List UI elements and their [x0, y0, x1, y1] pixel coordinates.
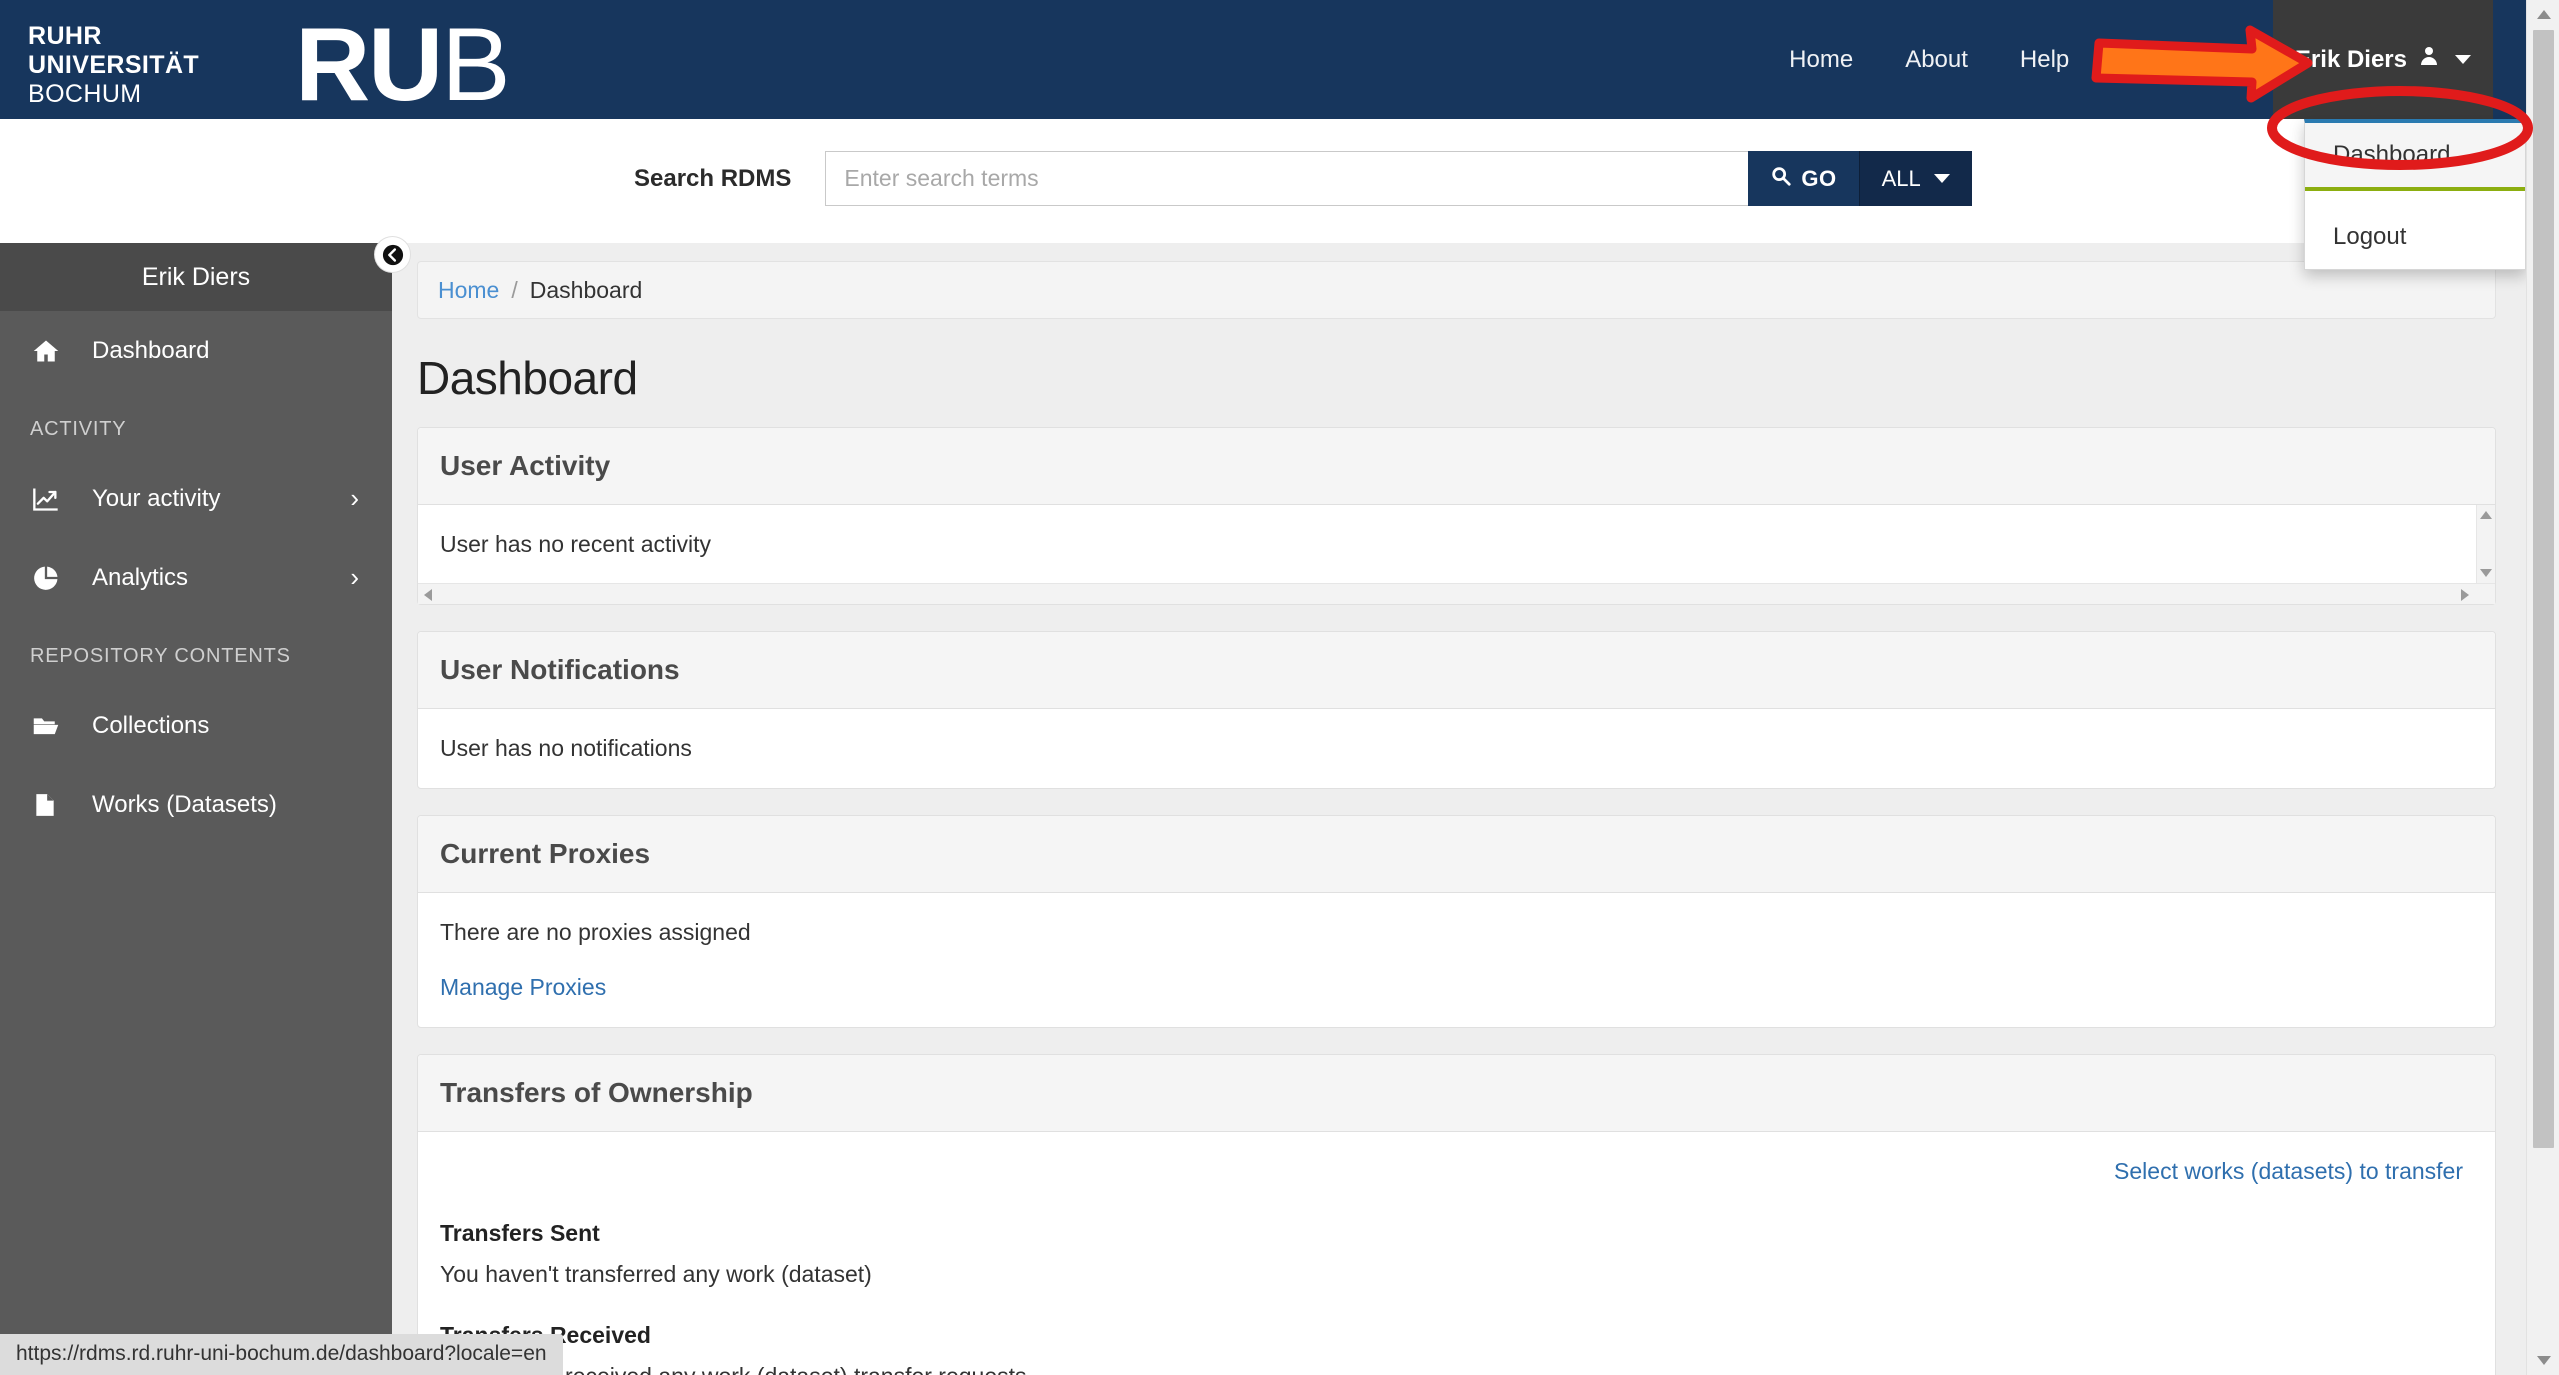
- nav-link-about[interactable]: About: [1879, 46, 1994, 74]
- user-activity-vertical-scrollbar[interactable]: [2476, 505, 2495, 583]
- main-content: Home / Dashboard Dashboard User Activity…: [392, 243, 2526, 1375]
- panel-user-activity: User Activity User has no recent activit…: [417, 427, 2496, 605]
- dropdown-item-logout[interactable]: Logout: [2305, 205, 2525, 269]
- sidebar-item-label: Analytics: [92, 563, 189, 591]
- nav-link-contact[interactable]: Contact: [2095, 46, 2230, 74]
- sidebar-item-collections[interactable]: Collections: [0, 686, 392, 765]
- breadcrumb: Home / Dashboard: [417, 261, 2496, 319]
- transfers-sent-heading: Transfers Sent: [440, 1220, 600, 1246]
- panel-title: Current Proxies: [418, 816, 2495, 893]
- dropdown-gap: [2305, 191, 2525, 205]
- panel-body-text: There are no proxies assigned: [440, 919, 751, 945]
- rub-logo[interactable]: RUHR UNIVERSITÄT BOCHUM RUB: [28, 13, 511, 117]
- scrollbar-thumb[interactable]: [2533, 30, 2554, 1148]
- rub-monogram-bold: RU: [295, 7, 443, 123]
- sidebar-user-name: Erik Diers: [0, 243, 392, 311]
- panel-body: There are no proxies assigned Manage Pro…: [418, 893, 2495, 1027]
- user-menu-button[interactable]: Erik Diers: [2272, 0, 2493, 119]
- home-icon: [32, 337, 74, 365]
- rub-wordmark: RUHR UNIVERSITÄT BOCHUM: [28, 22, 199, 109]
- search-go-label: GO: [1801, 165, 1837, 191]
- transfers-received-text: You haven't received any work (dataset) …: [440, 1363, 2473, 1375]
- transfers-received-heading: Transfers Received: [440, 1322, 651, 1348]
- user-activity-scroll-frame: User has no recent activity: [418, 505, 2495, 583]
- chart-line-icon: [32, 485, 74, 513]
- brand-line-2: UNIVERSITÄT: [28, 51, 200, 80]
- browser-vertical-scrollbar[interactable]: [2526, 0, 2559, 1375]
- chevron-right-icon: ›: [350, 483, 359, 513]
- panel-title: Transfers of Ownership: [418, 1055, 2495, 1132]
- user-menu-label: Erik Diers: [2294, 45, 2407, 73]
- sidebar-collapse-toggle[interactable]: [375, 237, 410, 272]
- search-bar-region: Search RDMS GO ALL: [0, 119, 2526, 243]
- nav-link-home[interactable]: Home: [1763, 46, 1879, 74]
- scroll-right-arrow-icon[interactable]: [2461, 589, 2469, 601]
- nav-link-help[interactable]: Help: [1994, 46, 2095, 74]
- sidebar-heading-activity: ACTIVITY: [30, 418, 127, 440]
- brand-line-3: BOCHUM: [28, 80, 142, 109]
- scroll-down-arrow-icon[interactable]: [2480, 569, 2492, 577]
- panel-body-text: User has no recent activity: [440, 531, 712, 557]
- panel-body-text: User has no notifications: [440, 735, 692, 761]
- select-works-to-transfer-link[interactable]: Select works (datasets) to transfer: [2114, 1158, 2463, 1185]
- breadcrumb-separator: /: [511, 276, 518, 303]
- panel-title: User Notifications: [418, 632, 2495, 709]
- search-label: Search RDMS: [634, 164, 792, 192]
- breadcrumb-current: Dashboard: [529, 276, 643, 303]
- panel-title: User Activity: [418, 428, 2495, 505]
- dropdown-item-dashboard[interactable]: Dashboard: [2305, 123, 2525, 187]
- rub-monogram-thin: B: [441, 7, 510, 123]
- scroll-down-arrow-icon[interactable]: [2537, 1356, 2551, 1365]
- status-bar-url: https://rdms.rd.ruhr-uni-bochum.de/dashb…: [0, 1334, 563, 1375]
- scroll-up-arrow-icon[interactable]: [2537, 10, 2551, 19]
- browser-viewport: RUHR UNIVERSITÄT BOCHUM RUB Home About H…: [0, 0, 2559, 1375]
- manage-proxies-link[interactable]: Manage Proxies: [440, 974, 606, 1000]
- search-go-button[interactable]: GO: [1748, 151, 1859, 206]
- transfers-sent-text: You haven't transferred any work (datase…: [440, 1261, 872, 1287]
- scroll-up-arrow-icon[interactable]: [2480, 511, 2492, 519]
- chevron-down-icon: [1933, 174, 1950, 183]
- sidebar-item-label: Your activity: [92, 484, 221, 512]
- primary-nav: Home About Help Contact: [1763, 0, 2300, 119]
- chevron-down-icon: [2455, 55, 2471, 64]
- chevron-right-icon: ›: [350, 562, 359, 592]
- sidebar-item-analytics[interactable]: Analytics ›: [0, 538, 392, 617]
- transfer-link-row: Select works (datasets) to transfer: [440, 1158, 2473, 1202]
- panel-current-proxies: Current Proxies There are no proxies ass…: [417, 815, 2496, 1028]
- sidebar-item-works-datasets[interactable]: Works (Datasets): [0, 765, 392, 844]
- user-icon: [2417, 43, 2441, 76]
- breadcrumb-home-link[interactable]: Home: [438, 277, 499, 304]
- sidebar-item-label: Collections: [92, 711, 210, 739]
- scroll-left-arrow-icon[interactable]: [424, 589, 432, 601]
- sidebar-item-dashboard[interactable]: Dashboard: [0, 311, 392, 390]
- search-scope-label: ALL: [1881, 165, 1921, 191]
- search-form: Search RDMS GO ALL: [634, 151, 1972, 206]
- chevron-left-circle-icon: [382, 244, 403, 265]
- sidebar-heading-repository-contents: REPOSITORY CONTENTS: [30, 645, 291, 667]
- panel-user-notifications: User Notifications User has no notificat…: [417, 631, 2496, 789]
- search-scope-button[interactable]: ALL: [1858, 151, 1972, 206]
- sidebar-item-your-activity[interactable]: Your activity ›: [0, 459, 392, 538]
- rub-monogram: RUB: [295, 13, 511, 117]
- top-navbar: RUHR UNIVERSITÄT BOCHUM RUB Home About H…: [0, 0, 2526, 119]
- search-input[interactable]: [825, 151, 1749, 206]
- user-dropdown-menu: Dashboard Logout: [2304, 119, 2526, 270]
- panel-transfers-of-ownership: Transfers of Ownership Select works (dat…: [417, 1054, 2496, 1375]
- sidebar-item-label: Dashboard: [92, 336, 210, 364]
- file-icon: [32, 791, 74, 819]
- page-title: Dashboard: [417, 352, 638, 404]
- brand-line-1: RUHR: [28, 22, 102, 51]
- user-activity-horizontal-scrollbar[interactable]: [418, 583, 2495, 604]
- sidebar: Erik Diers Dashboard ACTIVITY Your activ…: [0, 243, 392, 1344]
- panel-body: Select works (datasets) to transfer Tran…: [418, 1132, 2495, 1375]
- sidebar-item-label: Works (Datasets): [92, 790, 277, 818]
- panel-body: User has no notifications: [418, 709, 2495, 788]
- folder-open-icon: [32, 712, 74, 740]
- pie-chart-icon: [32, 564, 74, 592]
- search-icon: [1770, 165, 1792, 193]
